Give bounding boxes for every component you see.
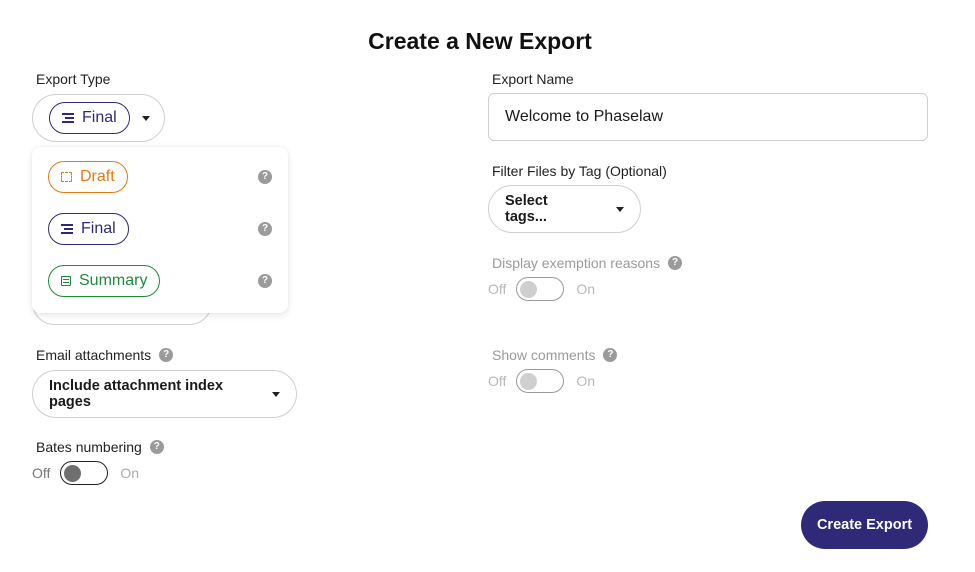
comments-toggle-row: Off On [488,369,595,393]
exemption-toggle[interactable] [516,277,565,301]
page-title: Create a New Export [368,28,592,54]
selected-type-chip: Final [49,102,130,134]
comments-toggle[interactable] [516,369,565,393]
chevron-down-icon [272,391,280,397]
help-icon[interactable]: ? [149,440,164,454]
toggle-knob [64,464,82,482]
email-attachments-select[interactable]: Include attachment index pages [32,370,297,418]
toggle-knob [520,280,538,298]
chevron-down-icon [616,206,624,212]
comments-label: Show comments ? [492,347,618,363]
help-icon[interactable]: ? [258,274,272,288]
export-type-select[interactable]: Final [32,94,165,142]
lines-icon [62,113,74,123]
help-icon[interactable]: ? [603,348,618,362]
export-type-dropdown: Draft ? Final ? Summary ? [32,147,288,313]
bates-label: Bates numbering ? [36,439,164,455]
summary-chip[interactable]: Summary [48,265,161,297]
filter-tags-label: Filter Files by Tag (Optional) [492,163,667,179]
draft-chip[interactable]: Draft [48,161,128,193]
lines-icon [61,224,73,234]
help-icon[interactable]: ? [159,348,174,362]
email-attachments-label: Email attachments ? [36,347,174,363]
bates-toggle[interactable] [60,461,109,485]
dropdown-item-draft[interactable]: Draft ? [48,161,272,193]
dropdown-item-final[interactable]: Final ? [48,213,272,245]
toggle-knob [520,372,538,390]
exemption-label: Display exemption reasons ? [492,255,683,271]
exemption-toggle-row: Off On [488,277,595,301]
create-export-button[interactable]: Create Export [801,501,928,549]
select-tags-button[interactable]: Select tags... [488,185,641,233]
help-icon[interactable]: ? [258,222,272,236]
export-name-label: Export Name [492,71,574,87]
bates-toggle-row: Off On [32,461,139,485]
help-icon[interactable]: ? [668,256,683,270]
export-name-input[interactable]: Welcome to Phaselaw [488,93,928,141]
dropdown-item-summary[interactable]: Summary ? [48,265,272,297]
summary-icon [61,276,71,286]
chevron-down-icon [141,115,150,121]
draft-icon [61,172,72,182]
help-icon[interactable]: ? [258,170,272,184]
final-chip[interactable]: Final [48,213,129,245]
export-type-label: Export Type [36,71,111,87]
